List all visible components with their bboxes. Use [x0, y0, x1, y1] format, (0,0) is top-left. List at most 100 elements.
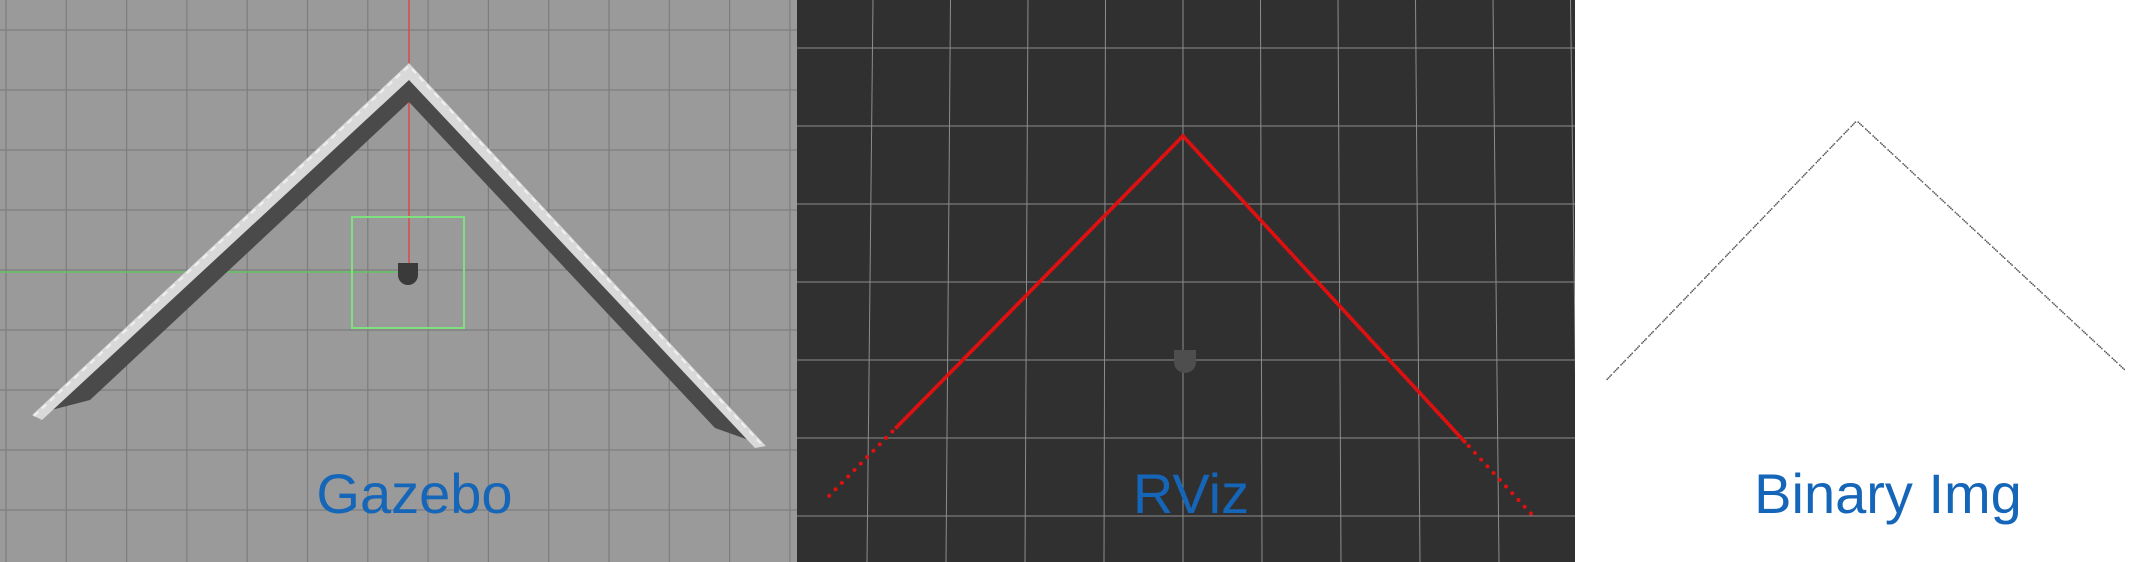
- binary-pixel: [1963, 220, 1966, 222]
- binary-pixel: [1986, 240, 1988, 243]
- binary-pixel: [2113, 358, 2115, 361]
- binary-pixel: [1860, 124, 1862, 126]
- binary-pixel: [1822, 154, 1825, 157]
- binary-pixel: [2122, 367, 2124, 369]
- binary-pixel: [1966, 222, 1969, 225]
- binary-pixel: [1844, 131, 1847, 134]
- binary-pixel: [1614, 369, 1617, 372]
- binary-pixel: [2116, 361, 2118, 364]
- binary-pixel: [2120, 365, 2123, 368]
- binary-pixel: [1726, 254, 1728, 256]
- binary-pixel: [1645, 338, 1647, 340]
- scan-point: [871, 448, 876, 453]
- binary-pixel: [1740, 239, 1742, 242]
- binary-pixel: [1780, 198, 1783, 200]
- binary-pixel: [1755, 224, 1758, 226]
- binary-pixel: [1948, 206, 1951, 208]
- binary-pixel: [1896, 157, 1898, 159]
- binary-pixel: [1706, 274, 1709, 277]
- binary-pixel: [2024, 276, 2027, 279]
- binary-pixel: [2045, 296, 2048, 298]
- binary-pixel: [1980, 235, 1982, 237]
- binary-pixel: [1607, 377, 1610, 379]
- binary-pixel: [1951, 208, 1954, 211]
- gazebo-wall-side: [32, 63, 766, 446]
- binary-pixel: [1701, 280, 1703, 282]
- binary-pixel: [1644, 339, 1646, 342]
- binary-pixel: [1887, 149, 1889, 151]
- binary-pixel: [2056, 306, 2058, 308]
- binary-pixel: [1857, 121, 1859, 123]
- binary-pixel: [2054, 304, 2057, 307]
- binary-pixel: [1662, 320, 1664, 323]
- binary-pixel: [1727, 252, 1730, 255]
- binary-pixel: [1991, 246, 1994, 248]
- binary-pixel: [1902, 163, 1904, 165]
- binary-pixel: [1875, 138, 1877, 140]
- binary-pixel: [1642, 341, 1645, 343]
- binary-pixel: [1959, 215, 1961, 218]
- binary-pixel: [1617, 367, 1620, 369]
- binary-pixel: [1796, 182, 1798, 184]
- binary-pixel: [1719, 261, 1721, 264]
- scan-point: [1466, 444, 1471, 449]
- binary-pixel: [1759, 219, 1762, 222]
- binary-pixel: [1962, 218, 1964, 221]
- binary-wall-pixels: [1606, 121, 2126, 381]
- scan-point: [877, 442, 882, 447]
- binary-pixel: [1606, 378, 1608, 381]
- binary-pixel: [1818, 159, 1820, 161]
- scan-point: [894, 425, 899, 430]
- binary-pixel: [2029, 281, 2031, 283]
- binary-pixel: [1993, 247, 1995, 250]
- binary-pixel: [1981, 236, 1984, 239]
- binary-pixel: [1897, 158, 1900, 161]
- scan-point: [890, 429, 895, 434]
- binary-pixel: [1627, 356, 1629, 359]
- binary-pixel: [1691, 290, 1693, 292]
- binary-pixel: [2081, 329, 2084, 332]
- robot-base-icon[interactable]: [1174, 350, 1196, 373]
- binary-pixel: [1815, 161, 1818, 164]
- binary-pixel: [2030, 282, 2033, 284]
- binary-pixel: [1743, 237, 1745, 239]
- binary-pixel: [1920, 179, 1922, 182]
- binary-pixel: [1659, 323, 1661, 326]
- binary-pixel: [1609, 375, 1611, 378]
- binary-pixel: [2006, 260, 2009, 262]
- binary-pixel: [1630, 354, 1632, 356]
- binary-pixel: [1861, 125, 1864, 128]
- binary-pixel: [1738, 241, 1741, 243]
- binary-pixel: [1825, 151, 1827, 154]
- binary-pixel: [1684, 297, 1686, 300]
- binary-pixel: [1989, 243, 1991, 246]
- binary-pixel: [1697, 284, 1699, 287]
- binary-pixel: [1956, 213, 1958, 215]
- binary-pixel: [1829, 147, 1832, 149]
- binary-pixel: [2032, 283, 2034, 286]
- binary-pixel: [1935, 193, 1937, 196]
- binary-pixel: [2060, 310, 2063, 312]
- binary-pixel: [1734, 245, 1737, 248]
- binary-pixel: [1994, 249, 1997, 251]
- binary-pixel: [1708, 273, 1710, 275]
- binary-pixel: [1888, 150, 1891, 153]
- binary-pixel: [1638, 345, 1640, 347]
- binary-pixel: [1769, 209, 1772, 212]
- robot-base-icon[interactable]: [398, 263, 418, 285]
- binary-pixel: [1914, 174, 1916, 176]
- binary-pixel: [1839, 137, 1841, 139]
- rviz-label: RViz: [1132, 462, 1250, 525]
- binary-pixel: [2003, 257, 2006, 259]
- binary-pixel: [1664, 317, 1667, 320]
- binary-pixel: [2105, 351, 2108, 354]
- binary-pixel: [1881, 143, 1883, 146]
- binary-pixel: [1794, 183, 1797, 186]
- binary-pixel: [1819, 157, 1822, 160]
- binary-pixel: [1808, 169, 1811, 171]
- binary-pixel: [1648, 335, 1650, 337]
- binary-pixel: [1965, 221, 1967, 223]
- binary-pixel: [1694, 287, 1696, 290]
- binary-pixel: [2063, 313, 2066, 315]
- binary-pixel: [1747, 232, 1749, 235]
